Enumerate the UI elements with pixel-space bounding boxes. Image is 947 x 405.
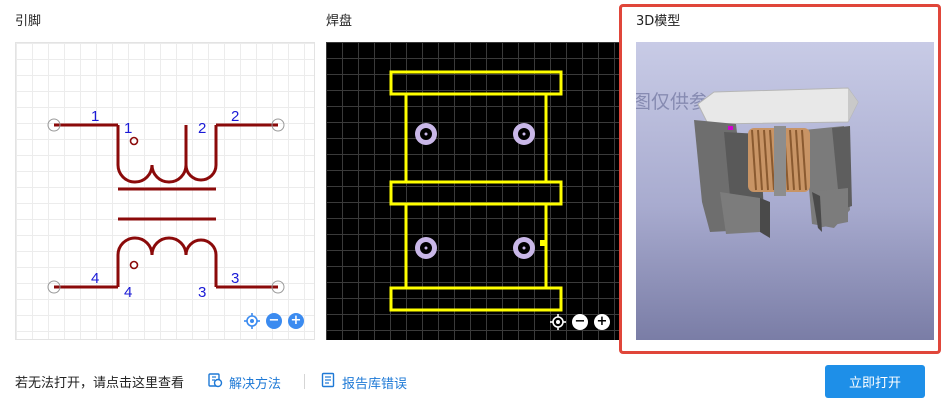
zoom-out-button[interactable]: − bbox=[266, 313, 282, 329]
report-error-link[interactable]: 报告库错误 bbox=[320, 372, 407, 392]
footer-divider bbox=[304, 374, 305, 389]
3d-inductor-model bbox=[694, 87, 859, 238]
zoom-in-button[interactable]: + bbox=[288, 313, 304, 329]
zoom-in-button[interactable]: + bbox=[594, 314, 610, 330]
pin-label-1: 1 bbox=[91, 108, 99, 125]
pin-number-2: 2 bbox=[198, 120, 206, 137]
pin-number-3: 3 bbox=[198, 284, 206, 301]
solution-link[interactable]: 解决方法 bbox=[207, 372, 281, 392]
pin-number-1: 1 bbox=[124, 120, 132, 137]
pin-number-4: 4 bbox=[124, 284, 132, 301]
schematic-drawing: 1 2 4 3 1 2 4 3 bbox=[47, 108, 285, 301]
pcb-footprint bbox=[389, 70, 563, 312]
pins-panel-title: 引脚 bbox=[15, 14, 42, 29]
open-failure-hint: 若无法打开，请点击这里查看 bbox=[15, 376, 185, 391]
3d-model-view[interactable]: 图仅供参考，以实物为准 bbox=[636, 42, 934, 340]
solution-link-label: 解决方法 bbox=[229, 376, 282, 392]
pads-panel-title: 焊盘 bbox=[326, 14, 353, 29]
open-now-button[interactable]: 立即打开 bbox=[825, 365, 925, 398]
pin-label-3: 3 bbox=[231, 270, 239, 287]
document-icon bbox=[320, 372, 336, 392]
report-error-label: 报告库错误 bbox=[342, 376, 408, 392]
schematic-view[interactable]: 1 2 4 3 1 2 4 3 − + bbox=[15, 42, 315, 340]
locate-icon[interactable] bbox=[550, 314, 566, 330]
pcb-pad-view[interactable]: − + bbox=[326, 42, 620, 340]
tools-icon bbox=[207, 372, 223, 392]
pin-label-4: 4 bbox=[91, 270, 99, 287]
zoom-out-button[interactable]: − bbox=[572, 314, 588, 330]
pin-label-2: 2 bbox=[231, 108, 239, 125]
locate-icon[interactable] bbox=[244, 313, 260, 329]
